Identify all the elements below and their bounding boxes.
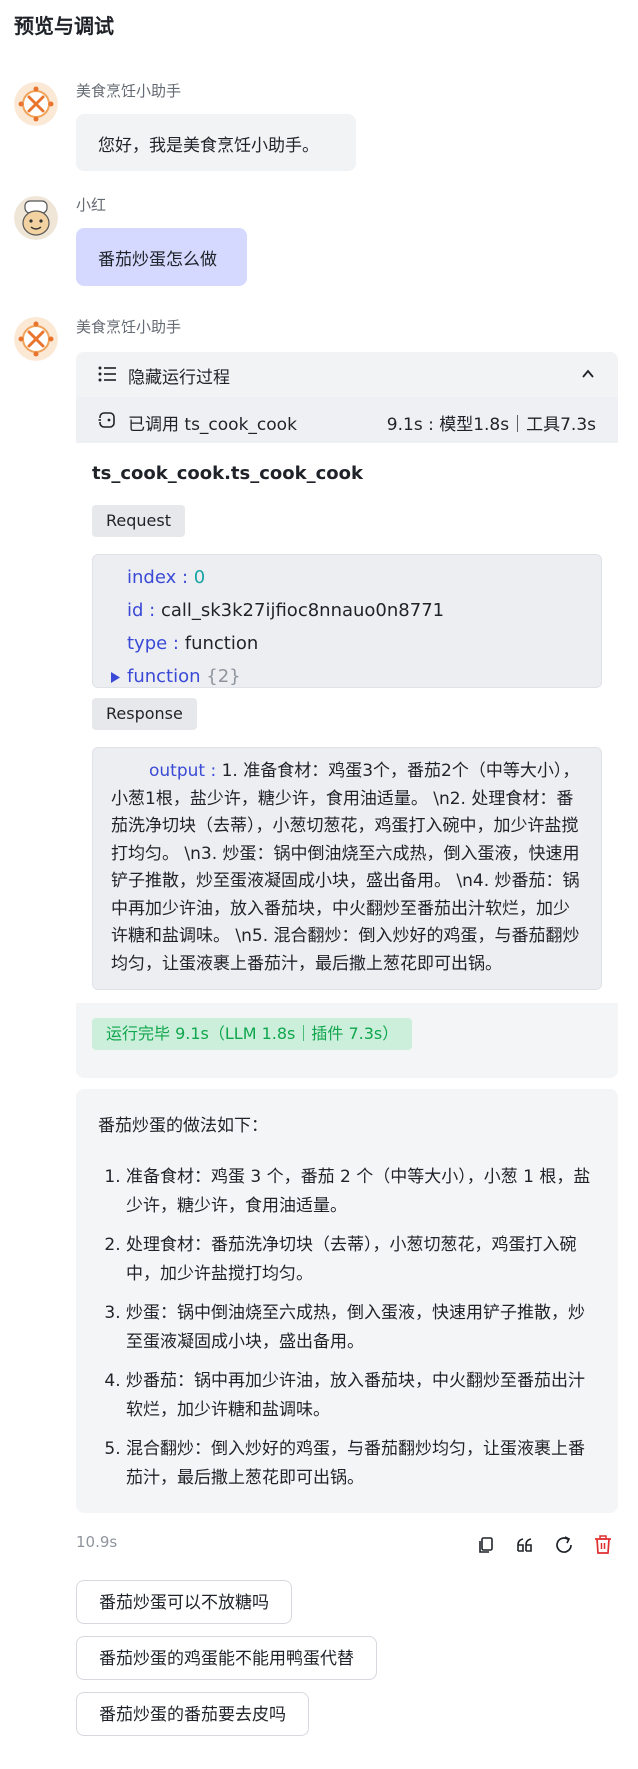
answer-intro: 番茄炒蛋的做法如下： (98, 1116, 268, 1136)
quote-icon[interactable] (514, 1534, 536, 1556)
answer-steps: 准备食材：鸡蛋 3 个，番茄 2 个（中等大小），小葱 1 根，盐少许，糖少许，… (98, 1163, 596, 1503)
response-tag: Response (92, 698, 197, 730)
sender-name: 美食烹饪小助手 (76, 318, 182, 336)
suggestion-button[interactable]: 番茄炒蛋的鸡蛋能不能用鸭蛋代替 (76, 1636, 377, 1680)
user-message-bubble: 番茄炒蛋怎么做 (76, 228, 247, 286)
sender-name: 小红 (76, 196, 107, 214)
request-json: index : 0 id : call_sk3k27ijfioc8nnauo0n… (92, 554, 602, 688)
toggle-label: 隐藏运行过程 (128, 368, 230, 388)
suggestion-button[interactable]: 番茄炒蛋的番茄要去皮吗 (76, 1692, 309, 1736)
list-icon (98, 366, 116, 382)
request-index-row: index : 0 (127, 567, 206, 588)
bot-avatar (14, 82, 58, 126)
run-status-badge: 运行完毕 9.1s（LLM 1.8s｜插件 7.3s） (92, 1018, 413, 1050)
list-item: 炒番茄：锅中再加少许油，放入番茄块，中火翻炒至番茄出汁软烂，加少许糖和盐调味。 (126, 1367, 596, 1425)
function-name: ts_cook_cook.ts_cook_cook (92, 463, 363, 484)
list-item: 处理食材：番茄洗净切块（去蒂），小葱切葱花，鸡蛋打入碗中，加少许盐搅打均匀。 (126, 1231, 596, 1289)
suggestion-button[interactable]: 番茄炒蛋可以不放糖吗 (76, 1580, 292, 1624)
caret-right-icon[interactable] (111, 672, 120, 683)
user-avatar (14, 196, 58, 240)
tool-call-detail: ts_cook_cook.ts_cook_cook Request index … (76, 443, 618, 1003)
plugin-icon (98, 412, 115, 428)
tool-call-label: 已调用 ts_cook_cook (128, 415, 297, 435)
refresh-icon[interactable] (553, 1534, 575, 1556)
delete-icon[interactable] (592, 1534, 614, 1556)
chevron-up-icon[interactable] (580, 366, 596, 382)
response-json: output : 1. 准备食材：鸡蛋3个，番茄2个（中等大小），小葱1根，盐少… (92, 747, 602, 990)
request-type-row: type : function (127, 633, 259, 654)
bot-message-bubble: 您好，我是美食烹饪小助手。 (76, 114, 356, 171)
bot-avatar (14, 317, 58, 361)
answer-bubble: 番茄炒蛋的做法如下： 准备食材：鸡蛋 3 个，番茄 2 个（中等大小），小葱 1… (76, 1089, 618, 1513)
request-function-row[interactable]: function {2} (111, 660, 601, 693)
run-process-panel: 隐藏运行过程 已调用 ts_cook_cook 9.1s : 模型1.8s｜工具… (76, 352, 618, 1078)
request-id-row: id : call_sk3k27ijfioc8nnauo0n8771 (127, 600, 445, 621)
copy-icon[interactable] (475, 1534, 497, 1556)
request-tag: Request (92, 505, 185, 537)
list-item: 混合翻炒：倒入炒好的鸡蛋，与番茄翻炒均匀，让蛋液裹上番茄汁，最后撒上葱花即可出锅… (126, 1435, 596, 1493)
hide-run-process-toggle[interactable]: 隐藏运行过程 (76, 352, 618, 397)
response-output: output : 1. 准备食材：鸡蛋3个，番茄2个（中等大小），小葱1根，盐少… (111, 761, 580, 974)
tool-call-timing: 9.1s : 模型1.8s｜工具7.3s (386, 415, 596, 435)
elapsed-time: 10.9s (76, 1533, 118, 1551)
sender-name: 美食烹饪小助手 (76, 82, 182, 100)
list-item: 准备食材：鸡蛋 3 个，番茄 2 个（中等大小），小葱 1 根，盐少许，糖少许，… (126, 1163, 596, 1221)
list-item: 炒蛋：锅中倒油烧至六成热，倒入蛋液，快速用铲子推散，炒至蛋液凝固成小块，盛出备用… (126, 1299, 596, 1357)
page-title: 预览与调试 (14, 14, 114, 38)
tool-call-row[interactable]: 已调用 ts_cook_cook 9.1s : 模型1.8s｜工具7.3s (76, 397, 618, 443)
